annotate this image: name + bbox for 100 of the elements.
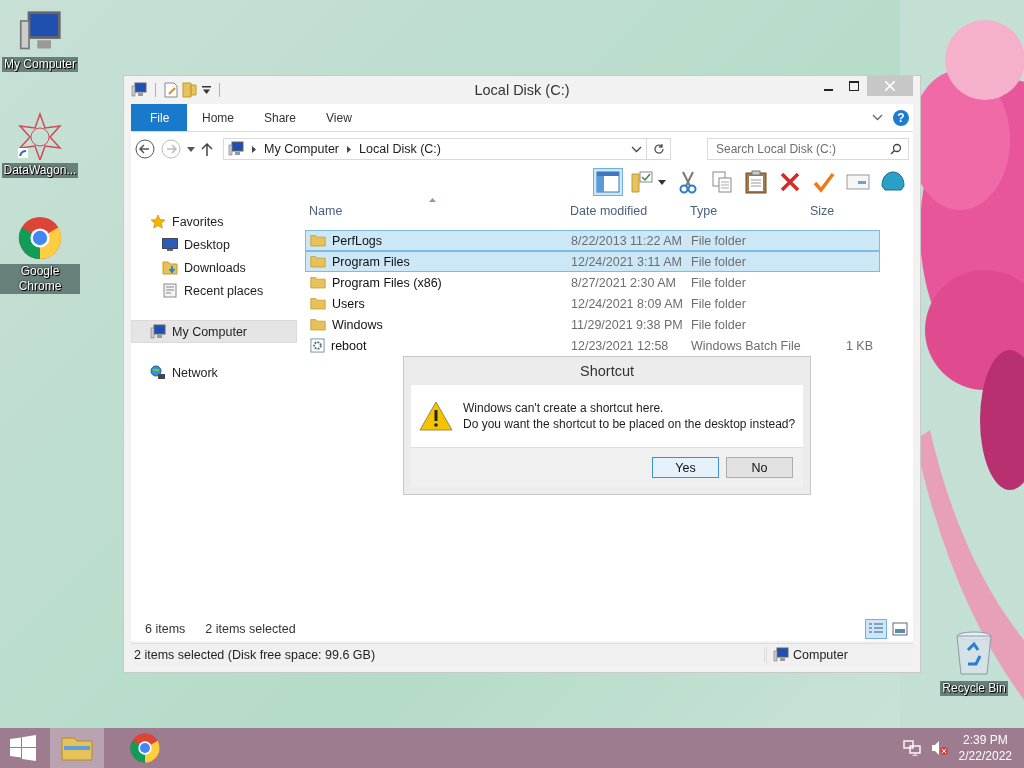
chevron-down-icon[interactable] — [631, 145, 642, 153]
status-location: Computer — [793, 648, 848, 662]
minimize-icon — [823, 89, 833, 91]
file-row[interactable]: Program Files (x86) 8/27/2021 2:30 AM File folder — [305, 272, 880, 293]
file-row[interactable]: reboot 12/23/2021 12:58 Windows Batch File 1 KB — [305, 335, 880, 356]
type-cell-text: File folder — [690, 296, 747, 311]
computer-icon — [228, 141, 244, 157]
close-icon — [885, 81, 895, 91]
copy-icon — [711, 170, 733, 194]
file-row[interactable]: PerfLogs 8/22/2013 11:22 AM File folder — [305, 230, 880, 251]
folder-check-icon — [630, 170, 654, 194]
nav-item[interactable]: Desktop — [131, 233, 297, 256]
recent-places-icon — [162, 282, 178, 299]
dropdown-icon[interactable] — [202, 85, 211, 94]
chevron-down-icon[interactable] — [872, 114, 883, 121]
chevron-right-icon — [347, 145, 352, 153]
desktop-icon-label[interactable]: Google Chrome — [0, 264, 80, 294]
computer-icon — [773, 647, 789, 663]
file-name: PerfLogs — [306, 233, 567, 248]
date-cell-text: 8/27/2021 2:30 AM — [570, 275, 677, 290]
maximize-icon — [849, 81, 859, 91]
dialog-message: Do you want the shortcut to be placed on the desktop instead? — [463, 417, 796, 431]
recycle-bin-icon — [954, 630, 994, 678]
date-cell-text: 12/24/2021 3:11 AM — [570, 254, 683, 269]
back-icon[interactable] — [135, 139, 155, 159]
refresh-icon — [652, 143, 665, 155]
file-name: reboot — [306, 338, 567, 353]
file-name: Program Files (x86) — [306, 275, 567, 290]
tiles-view-button[interactable] — [889, 619, 911, 639]
chrome-icon — [129, 732, 161, 764]
date-cell-text: 12/24/2021 8:09 AM — [570, 296, 684, 311]
star-shortcut-icon — [16, 112, 64, 160]
size-cell-text: 1 KB — [844, 338, 874, 353]
folder-icon — [310, 276, 326, 289]
dialog-message: Windows can't create a shortcut here. — [463, 401, 665, 415]
status-text: 2 items selected (Disk free space: 99.6 GB) — [131, 648, 765, 662]
date-cell-text: 11/29/2021 9:38 PM — [570, 317, 684, 332]
network-icon — [150, 364, 166, 381]
muted-speaker-icon[interactable] — [930, 740, 949, 756]
column-header[interactable]: Size — [806, 204, 876, 218]
nav-item[interactable]: Network — [131, 361, 297, 384]
image-icon — [892, 622, 908, 636]
list-icon — [868, 622, 884, 636]
gear-file-icon — [310, 338, 325, 353]
nav-item[interactable]: Downloads — [131, 256, 297, 279]
computer-icon — [150, 323, 166, 340]
nav-item[interactable]: My Computer — [131, 320, 297, 343]
up-arrow-icon[interactable] — [201, 142, 213, 156]
document-icon[interactable] — [164, 81, 178, 98]
dialog-button[interactable]: No — [726, 457, 793, 478]
desktop-icon-label[interactable]: My Computer — [2, 57, 78, 72]
breadcrumb[interactable]: My Computer — [264, 142, 340, 156]
checkmark-icon — [813, 171, 835, 193]
clock[interactable]: 2:39 PM 2/22/2022 — [958, 733, 1012, 763]
desktop-icon-label[interactable]: Recycle Bin — [940, 681, 1008, 696]
type-cell-text: Windows Batch File — [690, 338, 802, 353]
refresh-button[interactable] — [647, 138, 671, 160]
search-icon — [890, 143, 902, 155]
monitor-icon — [162, 238, 178, 251]
star-icon — [150, 213, 166, 230]
folder-icon — [310, 234, 326, 247]
file-row[interactable]: Windows 11/29/2021 9:38 PM File folder — [305, 314, 880, 335]
sort-arrow-icon — [429, 198, 436, 202]
clipboard-icon — [745, 170, 767, 194]
card-icon — [846, 173, 870, 191]
chrome-icon — [17, 215, 63, 261]
chevron-right-icon — [252, 145, 256, 153]
breadcrumb[interactable]: Local Disk (C:) — [359, 142, 441, 156]
search-field[interactable]: Search Local Disk (C:) — [707, 138, 909, 160]
type-cell-text: File folder — [690, 317, 747, 332]
nav-item[interactable]: Favorites — [131, 210, 297, 233]
caret-icon[interactable] — [187, 146, 195, 152]
type-cell-text: File folder — [690, 254, 747, 269]
address-bar[interactable]: My Computer Local Disk (C:) — [223, 138, 647, 160]
column-header[interactable]: Name — [305, 204, 566, 218]
shell-icon — [880, 170, 906, 194]
file-name: Windows — [306, 317, 567, 332]
file-menu-button[interactable]: File — [131, 104, 187, 131]
cross-icon — [779, 171, 801, 193]
network-icon[interactable] — [902, 740, 921, 756]
file-row[interactable]: Program Files 12/24/2021 3:11 AM File folder — [305, 251, 880, 272]
date-cell-text: 8/22/2013 11:22 AM — [570, 233, 683, 248]
help-button[interactable]: ? — [893, 109, 909, 126]
type-cell-text: File folder — [690, 275, 747, 290]
file-row[interactable]: Users 12/24/2021 8:09 AM File folder — [305, 293, 880, 314]
column-header[interactable]: Type — [686, 204, 806, 218]
dialog-title: Shortcut — [579, 362, 635, 381]
folder-icon — [310, 297, 326, 310]
computer-icon — [131, 81, 147, 98]
folder-icon — [310, 255, 326, 268]
layout-icon — [596, 171, 620, 193]
clock-time: 2:39 PM — [962, 733, 1008, 747]
window-title: Local Disk (C:) — [473, 81, 571, 98]
folder-icon — [310, 318, 326, 331]
toolbar-button[interactable] — [593, 168, 623, 196]
nav-item[interactable]: Recent places — [131, 279, 297, 302]
column-header[interactable]: Date modified — [566, 204, 686, 218]
dialog-button[interactable]: Yes — [652, 457, 719, 478]
desktop-icon-label[interactable]: DataWagon... — [1, 163, 79, 178]
scissors-icon — [679, 170, 697, 194]
